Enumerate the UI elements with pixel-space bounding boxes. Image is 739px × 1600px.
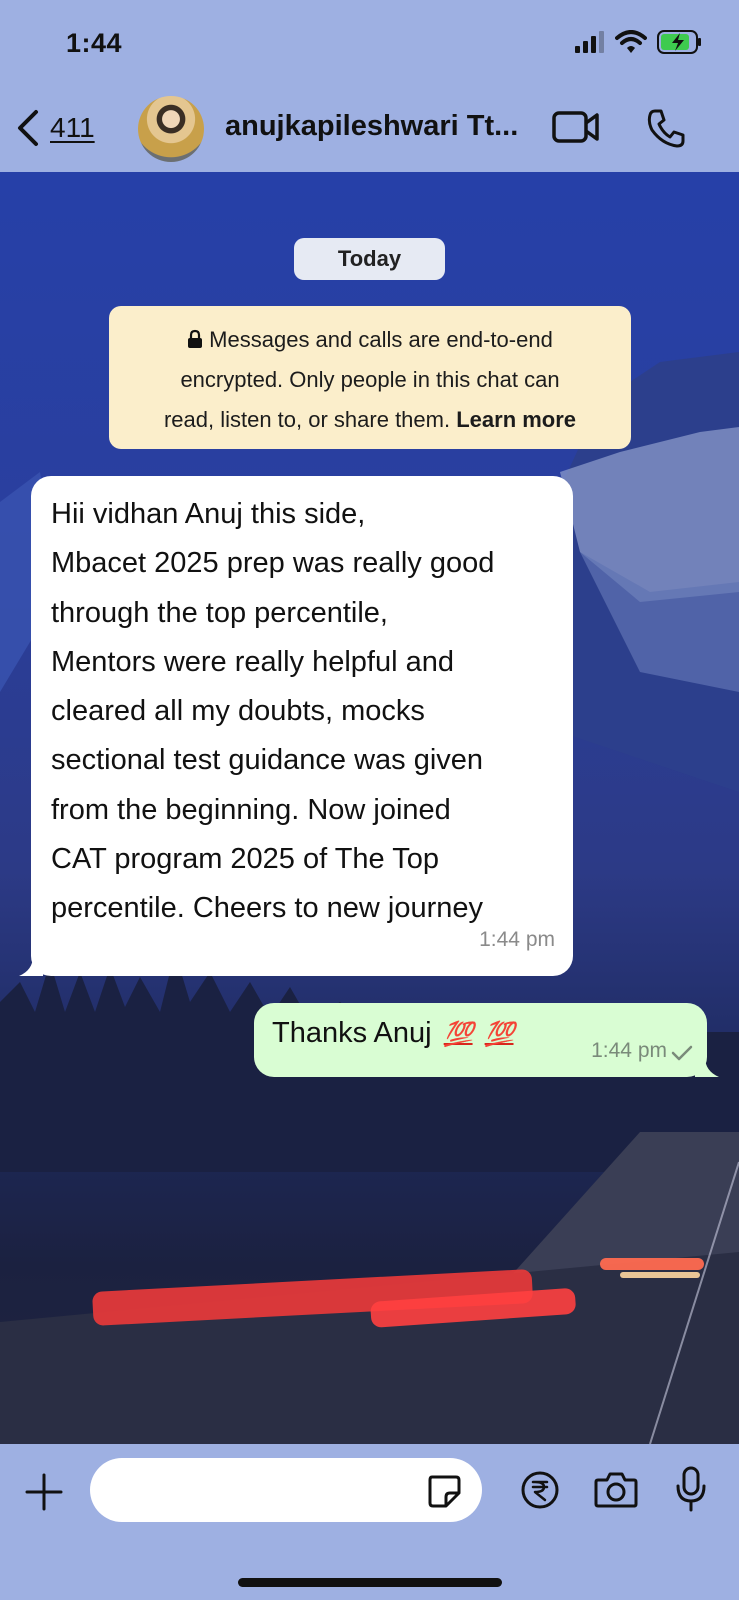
date-chip: Today [294,238,445,280]
plus-icon[interactable] [24,1472,64,1512]
rupee-icon[interactable] [520,1470,560,1510]
lock-icon [188,329,203,348]
encryption-notice-line: Messages and calls are end-to-end [209,327,553,352]
message-input[interactable] [90,1458,482,1522]
microphone-icon[interactable] [674,1466,708,1512]
video-camera-icon[interactable] [552,110,600,144]
message-text: Thanks Anuj [272,1017,432,1049]
home-indicator[interactable] [238,1578,502,1587]
contact-name[interactable]: anujkapileshwari Tt... [225,110,518,143]
message-text-line: sectional test guidance was given [51,744,484,777]
back-button[interactable]: 411 [14,108,95,148]
message-text-line: through the top percentile, [51,596,388,629]
bubble-tail [19,956,43,976]
encryption-notice-line: read, listen to, or share them. [163,407,451,432]
message-timestamp: 1:44 pm [479,927,555,951]
sent-check-icon [671,1045,693,1061]
encryption-notice[interactable]: Messages and calls are end-to-end encryp… [109,306,631,449]
battery-charging-icon [657,30,701,54]
status-bar: 1:44 [0,0,739,88]
wifi-icon [615,30,647,53]
hundred-points-emoji: 💯 [484,1021,515,1048]
chat-header: 411 anujkapileshwari Tt... [0,88,739,172]
message-text-line: percentile. Cheers to new journey [51,892,484,925]
status-time: 1:44 [66,28,123,58]
bubble-tail [695,1057,719,1077]
sticker-icon[interactable] [426,1473,462,1509]
message-text-line: Mentors were really helpful and [51,645,454,678]
status-icons [575,30,703,54]
message-timestamp: 1:44 pm [591,1039,667,1062]
composer-bar [0,1444,739,1600]
incoming-message-bubble[interactable]: Hii vidhan Anuj this side, Mbacet 2025 p… [19,476,573,976]
message-text-line: Mbacet 2025 prep was really good [51,547,495,580]
message-text-line: cleared all my doubts, mocks [51,695,425,728]
contact-avatar[interactable] [138,96,204,162]
encryption-notice-line: encrypted. Only people in this chat can [180,367,560,392]
message-text-line: CAT program 2025 of The Top [51,843,439,876]
outgoing-message-bubble[interactable]: Thanks Anuj 💯 💯 1:44 pm [254,1003,719,1077]
cellular-signal-icon [575,31,604,53]
camera-icon[interactable] [594,1470,638,1508]
chevron-left-icon [18,110,38,146]
message-text-line: Hii vidhan Anuj this side, [51,498,366,530]
unread-count: 411 [50,112,95,143]
hundred-points-emoji: 💯 [443,1021,474,1048]
phone-icon[interactable] [646,108,686,148]
message-text-line: from the beginning. Now joined [51,793,451,826]
learn-more-link[interactable]: Learn more [456,407,576,432]
